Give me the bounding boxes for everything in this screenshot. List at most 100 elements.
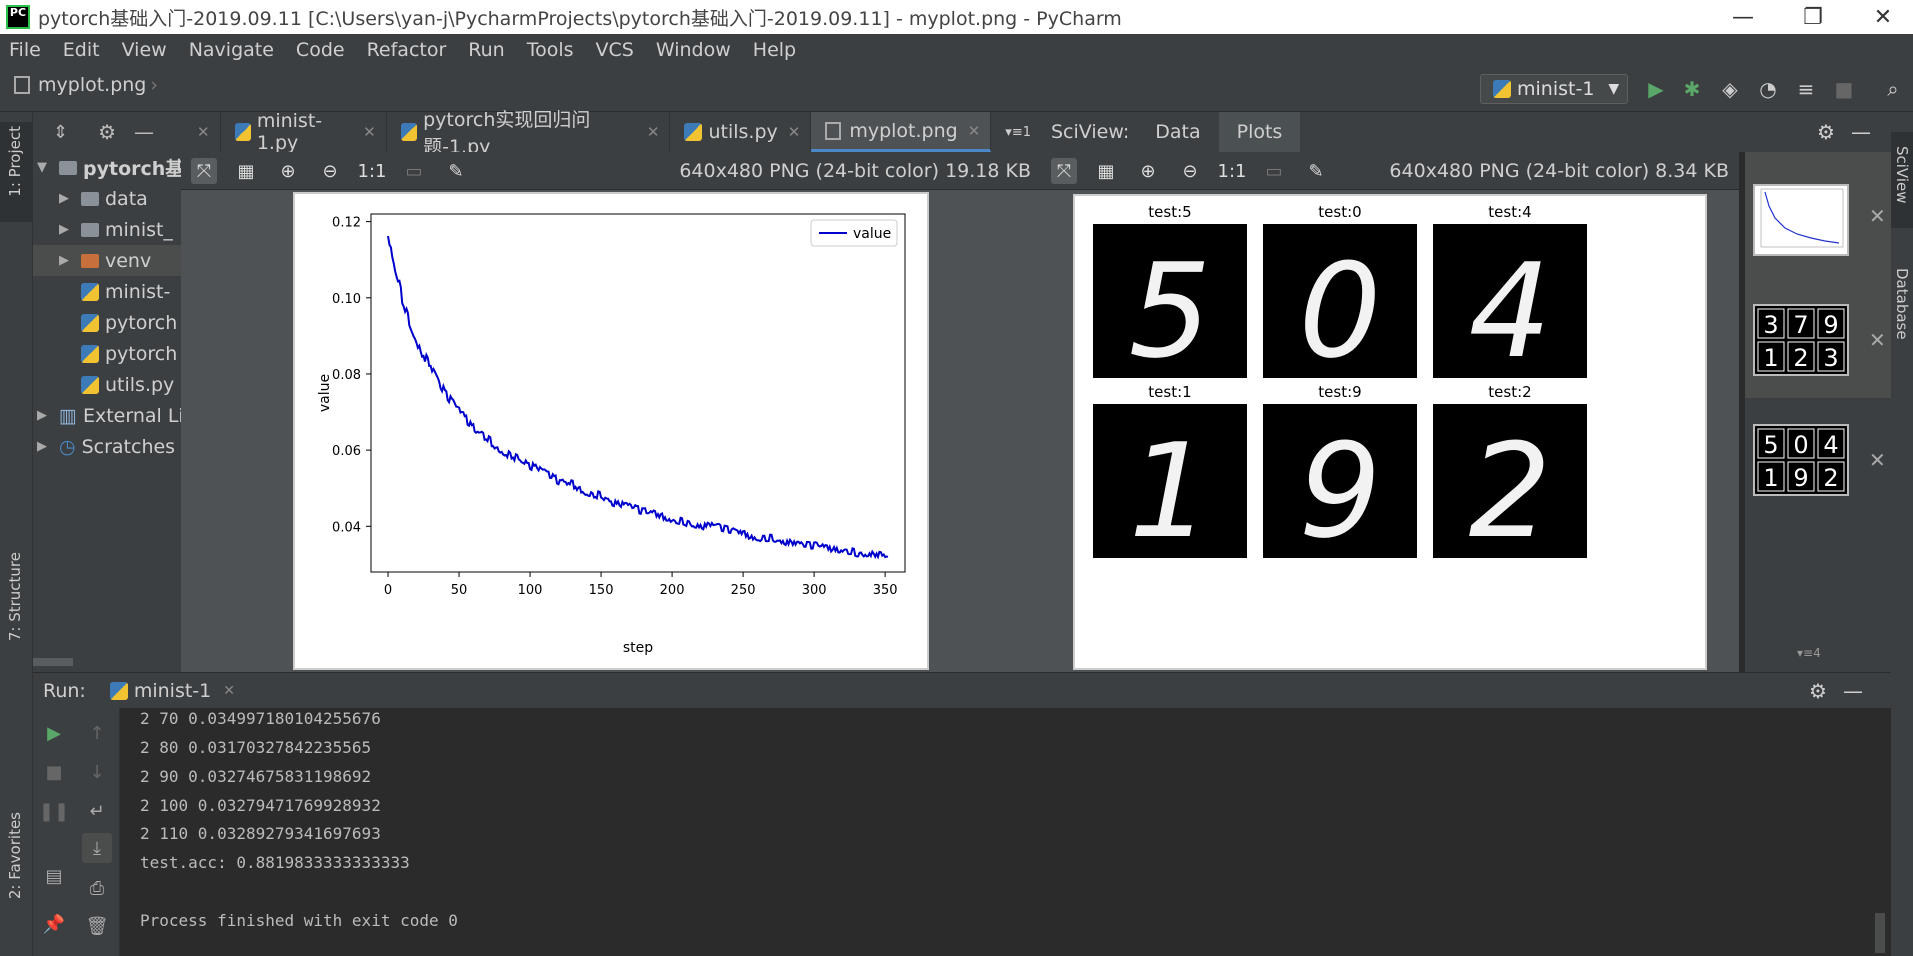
- tree-item-root[interactable]: ▼ pytorch基: [37, 152, 184, 183]
- pause-icon[interactable]: ❚❚: [39, 796, 69, 826]
- run-config-tab[interactable]: minist-1: [134, 680, 211, 702]
- tool-tab-structure[interactable]: 7: Structure: [6, 552, 24, 641]
- down-arrow-icon[interactable]: ↓: [82, 757, 112, 787]
- close-icon[interactable]: ✕: [1853, 0, 1913, 34]
- thumbnail-digit: 3: [1823, 344, 1838, 372]
- tab-pytorch-py[interactable]: pytorch实现回归问题-1.py ✕: [387, 109, 671, 158]
- tool-tab-project[interactable]: 1: Project: [6, 126, 24, 197]
- menu-help[interactable]: Help: [753, 39, 796, 61]
- collapse-icon[interactable]: ⇕: [53, 122, 68, 143]
- hide-icon[interactable]: —: [1851, 120, 1871, 144]
- tool-tab-sciview[interactable]: SciView: [1893, 146, 1911, 204]
- close-icon[interactable]: ✕: [647, 123, 660, 141]
- run-tab-close-icon[interactable]: ✕: [223, 683, 235, 699]
- menu-edit[interactable]: Edit: [63, 39, 100, 61]
- tab-minist-py[interactable]: minist-1.py ✕: [221, 110, 387, 154]
- close-icon[interactable]: ✕: [1869, 328, 1886, 352]
- close-icon[interactable]: ✕: [788, 123, 801, 141]
- tab-myplot-png[interactable]: myplot.png ✕: [811, 112, 992, 152]
- run-config-select[interactable]: minist-1 ▼: [1480, 74, 1628, 104]
- breadcrumb-file[interactable]: myplot.png: [38, 74, 146, 96]
- zoom-out-icon[interactable]: ⊖: [1177, 158, 1203, 184]
- tool-tab-favorites[interactable]: 2: Favorites: [6, 812, 24, 899]
- tree-item-venv[interactable]: ▶ venv: [33, 245, 181, 276]
- menu-file[interactable]: File: [9, 39, 41, 61]
- fit-zoom-icon[interactable]: ⤧: [191, 158, 217, 184]
- menu-refactor[interactable]: Refactor: [367, 39, 447, 61]
- grid-icon[interactable]: ▦: [1093, 158, 1119, 184]
- gear-icon[interactable]: ⚙: [98, 120, 116, 144]
- tabs-overflow-button[interactable]: ▾≡ 1: [991, 112, 1041, 152]
- thumbnail-line-plot[interactable]: [1753, 184, 1849, 256]
- vertical-scrollbar[interactable]: [1875, 913, 1885, 953]
- close-icon[interactable]: ✕: [197, 123, 210, 141]
- close-icon[interactable]: ✕: [1869, 204, 1886, 228]
- horizontal-scrollbar[interactable]: [33, 658, 73, 666]
- menu-view[interactable]: View: [122, 39, 167, 61]
- plot-count[interactable]: ▾≡4: [1797, 646, 1821, 660]
- scroll-to-end-icon[interactable]: ⤓: [82, 833, 112, 863]
- stop-icon[interactable]: ■: [1831, 76, 1857, 102]
- gear-icon[interactable]: ⚙: [1817, 120, 1835, 144]
- layout-icon[interactable]: ▤: [39, 861, 69, 891]
- tab-label: minist-1.py: [256, 110, 323, 154]
- tree-item-file[interactable]: minist-: [81, 276, 170, 307]
- breadcrumb[interactable]: myplot.png ›: [14, 74, 158, 96]
- grid-icon[interactable]: ▦: [233, 158, 259, 184]
- hide-icon[interactable]: —: [1843, 679, 1863, 703]
- zoom-in-icon[interactable]: ⊕: [275, 158, 301, 184]
- tab-data[interactable]: Data: [1137, 112, 1218, 152]
- menu-window[interactable]: Window: [656, 39, 731, 61]
- actual-size-button[interactable]: 1:1: [1218, 158, 1247, 184]
- restore-icon[interactable]: ❐: [1783, 0, 1843, 34]
- thumbnail-digits-2[interactable]: 504 192: [1753, 424, 1849, 496]
- zoom-in-icon[interactable]: ⊕: [1135, 158, 1161, 184]
- close-icon[interactable]: ✕: [363, 123, 376, 141]
- print-icon[interactable]: ⎙: [82, 873, 112, 903]
- tool-tab-database[interactable]: Database: [1893, 268, 1911, 340]
- fit-window-icon[interactable]: ▭: [1261, 158, 1287, 184]
- tree-item-data[interactable]: ▶ data: [59, 183, 148, 214]
- concurrency-icon[interactable]: ≡: [1793, 76, 1819, 102]
- search-icon[interactable]: ⌕: [1880, 76, 1906, 102]
- run-icon[interactable]: ▶: [1643, 76, 1669, 102]
- fit-zoom-icon[interactable]: ⤧: [1051, 158, 1077, 184]
- tab-utils-py[interactable]: utils.py ✕: [670, 112, 812, 152]
- tree-item-scratches[interactable]: ▶ ◷ Scratches: [37, 431, 175, 462]
- actual-size-button[interactable]: 1:1: [358, 158, 387, 184]
- menu-tools[interactable]: Tools: [527, 39, 574, 61]
- menu-navigate[interactable]: Navigate: [189, 39, 274, 61]
- zoom-out-icon[interactable]: ⊖: [317, 158, 343, 184]
- thumbnail-digits-1[interactable]: 379 123: [1753, 304, 1849, 376]
- soft-wrap-icon[interactable]: ↵: [82, 796, 112, 826]
- tree-item-file[interactable]: utils.py: [81, 369, 174, 400]
- gear-icon[interactable]: ⚙: [1809, 679, 1827, 703]
- tab-plots[interactable]: Plots: [1218, 112, 1301, 152]
- color-picker-icon[interactable]: ✎: [443, 158, 469, 184]
- console-output[interactable]: 2 70 0.034997180104255676 2 80 0.0317032…: [120, 708, 1891, 956]
- menu-run[interactable]: Run: [468, 39, 504, 61]
- tree-item-file[interactable]: pytorch: [81, 338, 177, 369]
- hide-icon[interactable]: —: [134, 120, 154, 144]
- plot-count-icon: ▾≡: [1797, 646, 1814, 660]
- python-file-icon: [81, 375, 99, 394]
- tab-close-hidden[interactable]: ✕: [181, 112, 221, 152]
- trash-icon[interactable]: 🗑: [82, 911, 112, 941]
- tree-item-minist-folder[interactable]: ▶ minist_: [59, 214, 173, 245]
- minimize-icon[interactable]: —: [1713, 0, 1773, 34]
- up-arrow-icon[interactable]: ↑: [82, 718, 112, 748]
- menu-code[interactable]: Code: [296, 39, 345, 61]
- tree-item-external-libraries[interactable]: ▶ ▥ External Li: [37, 400, 184, 431]
- stop-icon[interactable]: ■: [39, 757, 69, 787]
- menu-vcs[interactable]: VCS: [596, 39, 634, 61]
- color-picker-icon[interactable]: ✎: [1303, 158, 1329, 184]
- tree-item-file[interactable]: pytorch: [81, 307, 177, 338]
- profile-icon[interactable]: ◔: [1755, 76, 1781, 102]
- pin-icon[interactable]: 📌: [39, 909, 69, 939]
- coverage-icon[interactable]: ◈: [1717, 76, 1743, 102]
- fit-window-icon[interactable]: ▭: [401, 158, 427, 184]
- close-icon[interactable]: ✕: [1869, 448, 1886, 472]
- debug-icon[interactable]: ✱: [1679, 76, 1705, 102]
- close-icon[interactable]: ✕: [968, 122, 981, 140]
- rerun-icon[interactable]: ▶: [39, 718, 69, 748]
